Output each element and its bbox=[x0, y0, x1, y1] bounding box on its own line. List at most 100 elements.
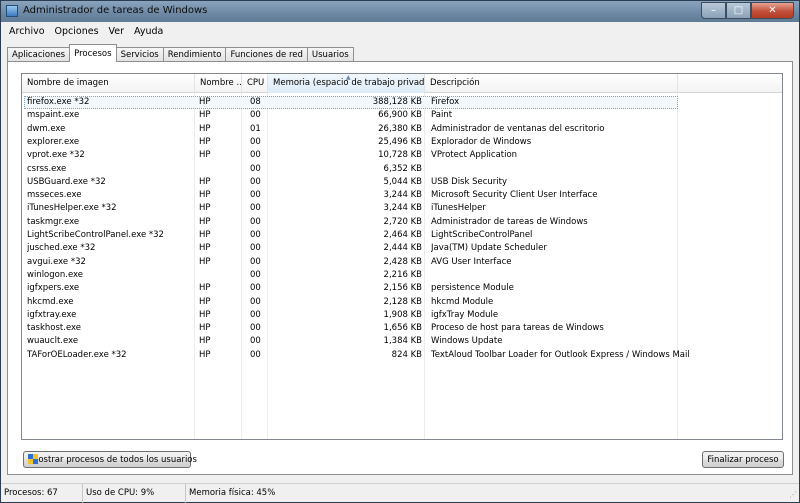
table-row[interactable]: taskhost.exe HP 00 1,656 KB Proceso de host … bbox=[22, 322, 782, 335]
column-header-name[interactable]: Nombre de imagen bbox=[22, 74, 195, 93]
process-description: Proceso de host para tareas de Windows bbox=[431, 323, 604, 334]
show-all-users-label: Mostrar procesos de todos los usuarios bbox=[31, 454, 197, 465]
table-row[interactable]: hkcmd.exe HP 00 2,128 KB hkcmd Module bbox=[22, 296, 782, 309]
minimize-button[interactable]: – bbox=[701, 2, 726, 19]
process-name: igfxtray.exe bbox=[27, 309, 77, 320]
table-row[interactable]: mspaint.exe HP 00 66,900 KB Paint bbox=[22, 109, 782, 122]
process-memory: 10,728 KB bbox=[378, 150, 422, 161]
process-memory: 25,496 KB bbox=[378, 136, 422, 147]
process-name: iTunesHelper.exe *32 bbox=[27, 203, 117, 214]
process-user: HP bbox=[199, 349, 211, 360]
column-header-description[interactable]: Descripción bbox=[425, 74, 678, 93]
process-user: HP bbox=[199, 150, 211, 161]
status-physical-memory: Memoria física: 45% bbox=[189, 488, 276, 498]
close-button[interactable]: ✕ bbox=[751, 2, 794, 19]
process-description: Firefox bbox=[431, 97, 460, 107]
tab-servicios[interactable]: Servicios bbox=[115, 47, 164, 62]
column-header-cpu[interactable]: CPU bbox=[242, 74, 268, 93]
table-row[interactable]: msseces.exe HP 00 3,244 KB Microsoft Securit… bbox=[22, 189, 782, 202]
process-user bbox=[199, 269, 244, 282]
process-description: iTunesHelper bbox=[431, 203, 486, 214]
process-memory: 3,244 KB bbox=[383, 203, 422, 214]
process-name: csrss.exe bbox=[27, 163, 67, 174]
process-user bbox=[199, 163, 244, 176]
table-row[interactable]: taskmgr.exe HP 00 2,720 KB Administrador de … bbox=[22, 216, 782, 229]
end-process-button[interactable]: Finalizar proceso bbox=[702, 451, 784, 468]
title-bar[interactable]: Administrador de tareas de Windows – □ ✕ bbox=[1, 1, 799, 22]
column-header-memory[interactable]: ▲ Memoria (espacio de trabajo privado) bbox=[268, 74, 425, 93]
tab-usuarios[interactable]: Usuarios bbox=[306, 47, 354, 62]
process-name: dwm.exe bbox=[27, 123, 66, 134]
process-name: LightScribeControlPanel.exe *32 bbox=[27, 230, 164, 240]
tab-aplicaciones[interactable]: Aplicaciones bbox=[7, 47, 71, 62]
table-row[interactable]: csrss.exe 00 6,352 KB bbox=[22, 163, 782, 176]
process-memory: 2,128 KB bbox=[383, 296, 422, 307]
table-row[interactable]: dwm.exe HP 01 26,380 KB Administrador de ven… bbox=[22, 123, 782, 136]
process-user: HP bbox=[199, 203, 211, 214]
process-description: LightScribeControlPanel bbox=[431, 230, 533, 240]
table-row[interactable]: winlogon.exe 00 2,216 KB bbox=[22, 269, 782, 282]
tab-funciones-de-red[interactable]: Funciones de red bbox=[225, 47, 308, 62]
tab-rendimiento[interactable]: Rendimiento bbox=[162, 47, 227, 62]
status-bar: Procesos: 67 Uso de CPU: 9% Memoria físi… bbox=[1, 483, 799, 503]
process-memory: 3,244 KB bbox=[383, 190, 422, 201]
process-user: HP bbox=[199, 110, 211, 121]
menu-ver[interactable]: Ver bbox=[104, 26, 130, 37]
caption-buttons: – □ ✕ bbox=[701, 2, 794, 19]
size-grip-icon[interactable]: ⋰ bbox=[787, 490, 797, 500]
process-memory: 1,908 KB bbox=[383, 309, 422, 320]
menu-archivo[interactable]: Archivo bbox=[4, 26, 50, 37]
menu-opciones[interactable]: Opciones bbox=[50, 26, 104, 37]
table-row[interactable]: jusched.exe *32 HP 00 2,444 KB Java(TM) Upda… bbox=[22, 242, 782, 255]
process-description: persistence Module bbox=[431, 283, 514, 294]
show-all-users-button[interactable]: Mostrar procesos de todos los usuarios bbox=[23, 451, 197, 468]
window-app-icon bbox=[6, 5, 18, 17]
process-memory: 66,900 KB bbox=[378, 110, 422, 121]
table-row[interactable]: igfxtray.exe HP 00 1,908 KB igfxTray Module bbox=[22, 309, 782, 322]
process-memory: 2,464 KB bbox=[383, 230, 422, 240]
process-user: HP bbox=[199, 256, 211, 267]
table-row[interactable]: wuauclt.exe HP 00 1,384 KB Windows Update bbox=[22, 335, 782, 348]
process-user: HP bbox=[199, 216, 211, 227]
table-row[interactable]: iTunesHelper.exe *32 HP 00 3,244 KB iTunesHe… bbox=[22, 202, 782, 215]
table-row[interactable]: vprot.exe *32 HP 00 10,728 KB VProtect Appli… bbox=[22, 149, 782, 162]
table-row[interactable]: USBGuard.exe *32 HP 00 5,044 KB USB Disk Sec… bbox=[22, 176, 782, 189]
process-name: vprot.exe *32 bbox=[27, 150, 85, 161]
process-description: Administrador de ventanas del escritorio bbox=[431, 123, 605, 134]
process-user: HP bbox=[199, 136, 211, 147]
process-memory: 6,352 KB bbox=[383, 163, 422, 174]
process-list[interactable]: Nombre de imagen Nombre ... CPU ▲ Memori… bbox=[21, 73, 783, 440]
table-row[interactable]: avgui.exe *32 HP 00 2,428 KB AVG User Interf… bbox=[22, 256, 782, 269]
table-row[interactable]: TAForOELoader.exe *32 HP 00 824 KB TextAloud… bbox=[22, 349, 782, 362]
table-row[interactable]: LightScribeControlPanel.exe *32 HP 00 2,464… bbox=[22, 229, 782, 242]
process-user: HP bbox=[199, 336, 211, 347]
process-user: HP bbox=[199, 123, 211, 134]
process-description: USB Disk Security bbox=[431, 176, 508, 187]
process-name: avgui.exe *32 bbox=[27, 256, 86, 267]
tab-procesos[interactable]: Procesos bbox=[69, 44, 117, 62]
process-user: HP bbox=[199, 296, 211, 307]
process-user: HP bbox=[199, 97, 211, 107]
table-row[interactable]: igfxpers.exe HP 00 2,156 KB persistence Modu… bbox=[22, 282, 782, 295]
process-description: AVG User Interface bbox=[431, 256, 512, 267]
process-user: HP bbox=[199, 309, 211, 320]
process-name: TAForOELoader.exe *32 bbox=[27, 349, 127, 360]
table-row[interactable]: explorer.exe HP 00 25,496 KB Explorador de W… bbox=[22, 136, 782, 149]
process-description: Java(TM) Update Scheduler bbox=[431, 243, 547, 254]
window-title: Administrador de tareas de Windows bbox=[23, 5, 208, 16]
task-manager-window: Administrador de tareas de Windows – □ ✕… bbox=[0, 0, 800, 503]
menu-ayuda[interactable]: Ayuda bbox=[129, 26, 168, 37]
processes-panel: Nombre de imagen Nombre ... CPU ▲ Memori… bbox=[7, 61, 793, 475]
table-row[interactable]: firefox.exe *32 HP 08 388,128 KB Firefox bbox=[22, 96, 782, 109]
process-memory: 26,380 KB bbox=[378, 123, 422, 134]
process-description: Administrador de tareas de Windows bbox=[431, 216, 588, 227]
maximize-button[interactable]: □ bbox=[726, 2, 751, 19]
process-description: Paint bbox=[431, 110, 453, 121]
process-user: HP bbox=[199, 283, 211, 294]
column-header-user[interactable]: Nombre ... bbox=[195, 74, 242, 93]
process-name: igfxpers.exe bbox=[27, 283, 80, 294]
process-description: VProtect Application bbox=[431, 150, 518, 161]
process-memory: 2,156 KB bbox=[383, 283, 422, 294]
menu-bar: Archivo Opciones Ver Ayuda bbox=[1, 22, 799, 40]
status-process-count: Procesos: 67 bbox=[1, 484, 83, 503]
